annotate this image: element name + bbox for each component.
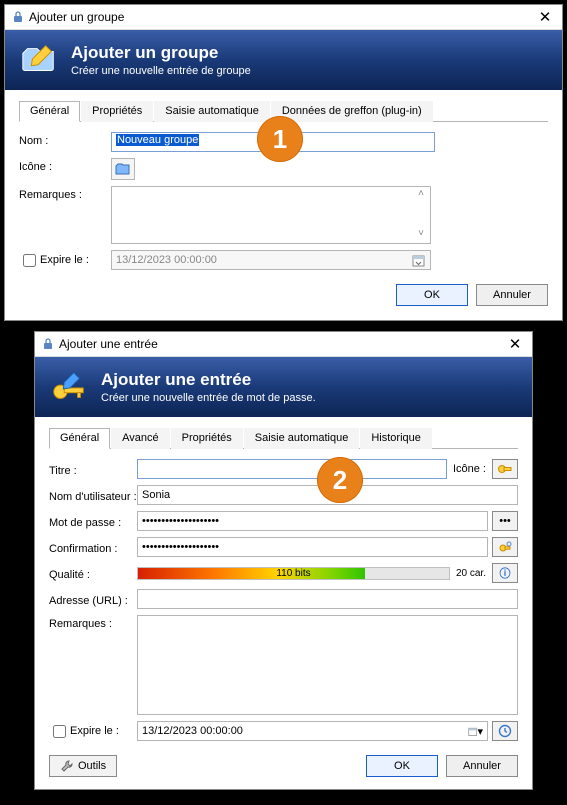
header-title: Ajouter un groupe — [71, 43, 251, 63]
password-label: Mot de passe : — [49, 514, 137, 529]
quality-meter: 110 bits — [137, 567, 450, 580]
clock-icon — [498, 724, 512, 738]
tab-autotype[interactable]: Saisie automatique — [154, 101, 270, 122]
header-title: Ajouter une entrée — [101, 370, 316, 390]
tab-history[interactable]: Historique — [360, 428, 432, 449]
expires-checkbox[interactable] — [23, 254, 36, 267]
key-gear-icon — [498, 540, 512, 554]
icon-picker-button[interactable] — [111, 158, 135, 180]
username-label: Nom d'utilisateur : — [49, 488, 137, 503]
url-input[interactable] — [137, 589, 518, 609]
icon-label: Icône : — [19, 158, 111, 173]
tab-strip: Général Avancé Propriétés Saisie automat… — [49, 427, 518, 449]
name-value: Nouveau groupe — [116, 134, 199, 146]
wrench-icon — [60, 759, 74, 773]
folder-pencil-icon — [19, 40, 59, 80]
quality-bits: 110 bits — [276, 568, 310, 579]
tools-button[interactable]: Outils — [49, 755, 117, 777]
tab-advanced[interactable]: Avancé — [111, 428, 170, 449]
cancel-button[interactable]: Annuler — [446, 755, 518, 777]
title-input[interactable] — [137, 459, 447, 479]
remarks-textarea[interactable]: ˄ ˅ — [111, 186, 431, 244]
quality-label: Qualité : — [49, 566, 137, 581]
tab-properties[interactable]: Propriétés — [171, 428, 243, 449]
remarks-label: Remarques : — [19, 186, 111, 201]
cancel-button[interactable]: Annuler — [476, 284, 548, 306]
calendar-dropdown-icon[interactable] — [411, 253, 426, 268]
titlebar[interactable]: Ajouter une entrée ✕ — [35, 332, 532, 357]
expiry-preset-button[interactable] — [492, 721, 518, 741]
info-icon: ⓘ — [500, 565, 511, 581]
password-input[interactable] — [137, 511, 488, 531]
expires-label: Expire le : — [40, 254, 89, 266]
tab-general[interactable]: Général — [49, 428, 110, 449]
ok-button[interactable]: OK — [396, 284, 468, 306]
icon-picker-button[interactable] — [492, 459, 518, 479]
expires-value: 13/12/2023 00:00:00 — [116, 254, 217, 266]
annotation-badge-2: 2 — [317, 457, 363, 503]
expires-date-field[interactable]: 13/12/2023 00:00:00 — [111, 250, 431, 270]
quality-info-button[interactable]: ⓘ — [492, 563, 518, 583]
window-title: Ajouter une entrée — [59, 337, 504, 351]
title-label: Titre : — [49, 462, 137, 477]
scroll-down-arrow[interactable]: ˅ — [413, 228, 429, 242]
annotation-badge-1: 1 — [257, 116, 303, 162]
url-label: Adresse (URL) : — [49, 592, 137, 607]
header-subtitle: Créer une nouvelle entrée de groupe — [71, 65, 251, 77]
confirm-label: Confirmation : — [49, 540, 137, 555]
add-entry-dialog: Ajouter une entrée ✕ Ajouter une entrée … — [34, 331, 533, 790]
ok-button[interactable]: OK — [366, 755, 438, 777]
header-subtitle: Créer une nouvelle entrée de mot de pass… — [101, 392, 316, 404]
tools-label: Outils — [78, 760, 106, 772]
add-group-dialog: Ajouter un groupe ✕ Ajouter un groupe Cr… — [4, 4, 563, 321]
tab-autotype[interactable]: Saisie automatique — [244, 428, 360, 449]
lock-icon — [11, 10, 25, 24]
expires-date-field[interactable]: 13/12/2023 00:00:00 ▾ — [137, 721, 488, 741]
generate-password-button[interactable] — [492, 537, 518, 557]
dots-icon: ••• — [499, 515, 511, 527]
dialog-body: 1 Général Propriétés Saisie automatique … — [5, 90, 562, 320]
calendar-dropdown-icon[interactable]: ▾ — [468, 724, 483, 739]
tab-properties[interactable]: Propriétés — [81, 101, 153, 122]
key-pencil-icon — [49, 367, 89, 407]
expires-label: Expire le : — [70, 725, 119, 737]
confirm-input[interactable] — [137, 537, 488, 557]
expires-value: 13/12/2023 00:00:00 — [142, 725, 243, 737]
icon-label: Icône : — [453, 463, 486, 475]
name-label: Nom : — [19, 132, 111, 147]
scroll-up-arrow[interactable]: ˄ — [413, 188, 429, 202]
quality-chars: 20 car. — [456, 568, 486, 579]
remarks-label: Remarques : — [49, 615, 137, 630]
dialog-body: 2 Général Avancé Propriétés Saisie autom… — [35, 417, 532, 789]
dialog-header: Ajouter un groupe Créer une nouvelle ent… — [5, 30, 562, 90]
titlebar[interactable]: Ajouter un groupe ✕ — [5, 5, 562, 30]
remarks-textarea[interactable] — [137, 615, 518, 715]
dialog-header: Ajouter une entrée Créer une nouvelle en… — [35, 357, 532, 417]
lock-icon — [41, 337, 55, 351]
tab-general[interactable]: Général — [19, 101, 80, 122]
reveal-password-button[interactable]: ••• — [492, 511, 518, 531]
close-button[interactable]: ✕ — [504, 335, 526, 353]
close-button[interactable]: ✕ — [534, 8, 556, 26]
tab-plugins[interactable]: Données de greffon (plug-in) — [271, 101, 433, 122]
expires-checkbox[interactable] — [53, 725, 66, 738]
window-title: Ajouter un groupe — [29, 10, 534, 24]
